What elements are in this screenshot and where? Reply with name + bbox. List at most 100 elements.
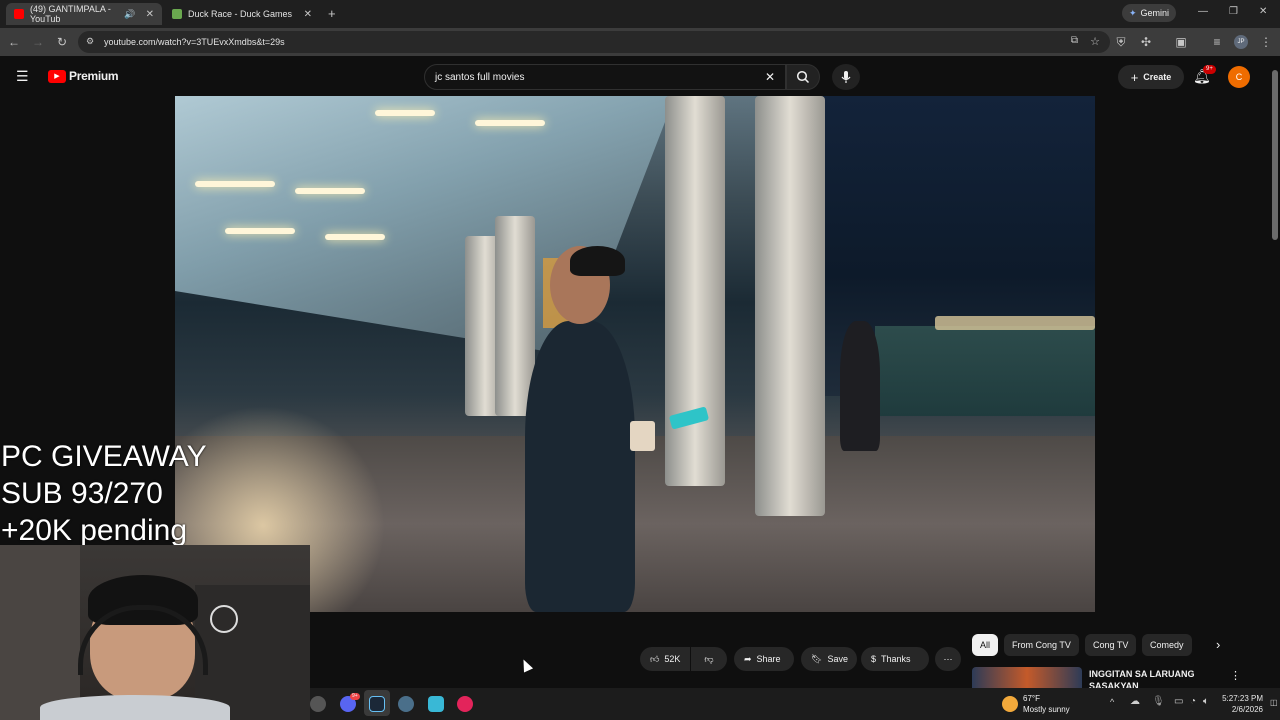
video-player[interactable]: [175, 96, 1095, 612]
browser-tab-strip: (49) GANTIMPALA - YouTub 🔊 ✕ Duck Race -…: [0, 0, 1280, 28]
browser-menu-icon[interactable]: ⋮: [1258, 34, 1274, 50]
video-pillar: [755, 96, 825, 516]
page-scrollbar[interactable]: [1270, 56, 1280, 688]
speaker-icon[interactable]: 🔊: [124, 9, 135, 20]
giveaway-line-2: SUB 93/270: [1, 477, 163, 510]
hamburger-menu-icon[interactable]: ☰: [16, 68, 29, 85]
like-count: 52K: [664, 654, 681, 664]
account-avatar[interactable]: C: [1228, 66, 1250, 88]
thanks-button[interactable]: $ Thanks: [861, 647, 929, 671]
mouse-cursor-icon: [518, 657, 534, 673]
video-harbor-lights: [935, 316, 1095, 330]
address-bar[interactable]: ⚙ youtube.com/watch?v=3TUEvxXmdbs&t=29s …: [78, 31, 1110, 53]
video-ceiling-light: [375, 110, 435, 116]
close-tab-icon[interactable]: ✕: [304, 9, 312, 20]
steam-icon[interactable]: [369, 696, 385, 712]
tab-youtube[interactable]: (49) GANTIMPALA - YouTub 🔊 ✕: [6, 3, 162, 25]
bookmark-star-icon[interactable]: ☆: [1090, 35, 1100, 48]
webcam-shirt: [40, 695, 230, 720]
tray-wifi-icon[interactable]: ◔: [1190, 696, 1196, 707]
notepad-icon[interactable]: [428, 696, 444, 712]
plus-icon: +: [1130, 69, 1139, 85]
restore-window-icon[interactable]: ❐: [1229, 6, 1238, 17]
chip-from-cong-tv[interactable]: From Cong TV: [1004, 634, 1079, 656]
bookmark-icon: 🔖︎: [811, 653, 823, 664]
voice-search-button[interactable]: [832, 64, 860, 90]
chips-next-chevron-icon[interactable]: ›: [1216, 637, 1220, 652]
video-coffee-cup: [630, 421, 655, 451]
system-clock[interactable]: 5:27:23 PM 2/6/2026: [1203, 693, 1263, 715]
save-button[interactable]: 🔖︎ Save: [801, 647, 857, 671]
taskbar-app-icon[interactable]: [310, 696, 326, 712]
close-window-icon[interactable]: ✕: [1259, 6, 1267, 17]
weather-widget[interactable]: 67°F Mostly sunny: [1023, 693, 1070, 715]
recommendation-title-line2: SASAKYAN: [1089, 681, 1139, 688]
shield-extension-icon[interactable]: ⛨: [1113, 34, 1129, 50]
search-input[interactable]: jc santos full movies ✕: [424, 64, 786, 90]
recommendation-menu-icon[interactable]: ⋮: [1230, 669, 1241, 682]
premium-label: Premium: [69, 69, 119, 83]
recommendation-title[interactable]: INGGITAN SA LARUANG SASAKYAN: [1089, 668, 1219, 688]
weather-sun-icon[interactable]: [1002, 696, 1018, 712]
video-ceiling-light: [195, 181, 275, 187]
tray-chevron-up-icon[interactable]: ^: [1110, 697, 1114, 707]
browser-toolbar: ← → ↻ ⚙ youtube.com/watch?v=3TUEvxXmdbs&…: [0, 28, 1280, 56]
new-tab-button[interactable]: +: [328, 6, 336, 21]
webcam-fan: [210, 605, 238, 633]
clear-search-icon[interactable]: ✕: [765, 70, 775, 84]
back-arrow-icon[interactable]: ←: [6, 34, 22, 50]
search-query: jc santos full movies: [435, 71, 525, 83]
notification-badge: 9+: [1203, 65, 1216, 74]
profile-avatar[interactable]: JP: [1234, 35, 1248, 49]
clock-time: 5:27:23 PM: [1222, 694, 1263, 703]
youtube-header: ☰ ▶ Premium jc santos full movies ✕ + Cr…: [0, 56, 1270, 96]
thanks-label: Thanks: [881, 654, 911, 664]
tab-duck-race[interactable]: Duck Race - Duck Games ✕: [164, 3, 320, 25]
video-bystander: [840, 321, 880, 451]
tray-microphone-icon[interactable]: 🎙︎: [1152, 696, 1165, 707]
gemini-button[interactable]: ✦ Gemini: [1122, 4, 1176, 22]
windows-taskbar: 9+ 67°F Mostly sunny ^ ☁ 🎙︎ ▭ ◔ 🔈︎ 5:27:…: [310, 688, 1280, 720]
gemini-label: Gemini: [1140, 8, 1170, 18]
video-ceiling-light: [295, 188, 365, 194]
create-label: Create: [1143, 72, 1172, 82]
chip-comedy[interactable]: Comedy: [1142, 634, 1192, 656]
giveaway-overlay: PC GIVEAWAY SUB 93/270 +20K pending: [1, 438, 207, 549]
scrollbar-thumb[interactable]: [1272, 70, 1278, 240]
create-button[interactable]: + Create: [1118, 65, 1184, 89]
tab-title: Duck Race - Duck Games: [188, 9, 293, 19]
extensions-puzzle-icon[interactable]: ✣: [1138, 34, 1154, 50]
share-button[interactable]: ➦ Share: [734, 647, 794, 671]
reload-icon[interactable]: ↻: [54, 34, 70, 50]
search-button[interactable]: [786, 64, 820, 90]
site-info-icon[interactable]: ⚙: [86, 36, 94, 47]
tray-network-app-icon[interactable]: ☁: [1130, 696, 1140, 707]
chip-cong-tv[interactable]: Cong TV: [1085, 634, 1137, 656]
install-app-icon[interactable]: ⧉: [1071, 35, 1078, 46]
thumbs-down-icon: 👎︎: [704, 653, 714, 664]
forward-arrow-icon[interactable]: →: [30, 34, 46, 50]
settings-gear-icon[interactable]: [398, 696, 414, 712]
youtube-logo[interactable]: ▶ Premium: [48, 69, 119, 83]
video-person-hair: [570, 246, 625, 276]
recommendation-thumbnail[interactable]: [972, 667, 1082, 688]
url-text: youtube.com/watch?v=3TUEvxXmdbs&t=29s: [104, 37, 285, 47]
share-arrow-icon: ➦: [744, 653, 752, 664]
giveaway-line-1: PC GIVEAWAY: [1, 440, 207, 473]
minimize-window-icon[interactable]: —: [1198, 6, 1208, 17]
weather-desc: Mostly sunny: [1023, 705, 1070, 714]
clock-date: 2/6/2026: [1231, 705, 1263, 714]
media-controls-icon[interactable]: ≡: [1209, 34, 1225, 50]
like-button[interactable]: 👍︎ 52K: [640, 647, 690, 671]
more-actions-button[interactable]: ⋯: [935, 647, 961, 671]
notification-center-icon[interactable]: ◫: [1270, 698, 1278, 707]
split-view-icon[interactable]: ▣: [1173, 34, 1189, 50]
youtube-favicon-icon: [14, 9, 24, 19]
media-player-icon[interactable]: [457, 696, 473, 712]
recommendation-title-line1: INGGITAN SA LARUANG: [1089, 669, 1195, 679]
tab-title: (49) GANTIMPALA - YouTub: [30, 4, 111, 24]
tray-display-icon[interactable]: ▭: [1174, 696, 1183, 707]
dislike-button[interactable]: 👎︎: [691, 647, 727, 671]
chip-all[interactable]: All: [972, 634, 999, 656]
close-tab-icon[interactable]: ✕: [146, 9, 154, 20]
